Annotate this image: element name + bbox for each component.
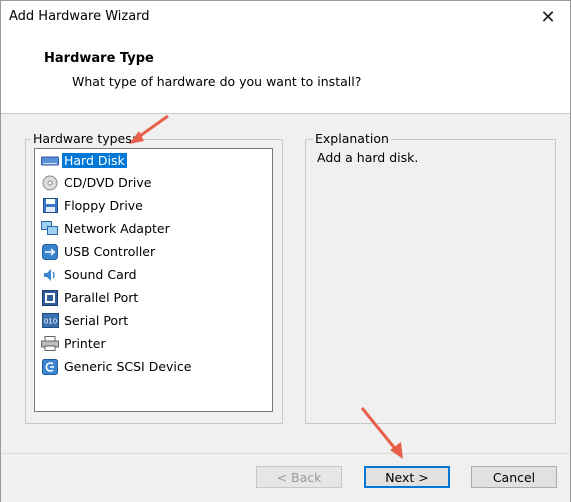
list-item-cd-dvd-drive[interactable]: CD/DVD Drive <box>41 172 153 193</box>
list-item-label: Floppy Drive <box>64 198 143 213</box>
network-adapter-icon <box>41 221 59 237</box>
list-item-label: Serial Port <box>64 313 129 328</box>
parallel-port-icon <box>41 289 59 306</box>
list-item-label: USB Controller <box>64 244 156 259</box>
list-item-generic-scsi-device[interactable]: Generic SCSI Device <box>41 356 193 377</box>
title-bar: Add Hardware Wizard ✕ <box>1 1 570 33</box>
list-item-label: Parallel Port <box>64 290 139 305</box>
explanation-group <box>305 139 556 424</box>
wizard-content: Hardware types: Hard Disk CD/DVD Drive F… <box>1 114 570 453</box>
page-subtitle: What type of hardware do you want to ins… <box>72 74 362 89</box>
next-button[interactable]: Next > <box>364 466 450 488</box>
list-item-printer[interactable]: Printer <box>41 333 108 354</box>
list-item-hard-disk[interactable]: Hard Disk <box>41 150 127 171</box>
cd-dvd-icon <box>41 175 59 191</box>
hard-disk-icon <box>41 153 59 169</box>
list-item-label: CD/DVD Drive <box>64 175 152 190</box>
wizard-header: Hardware Type What type of hardware do y… <box>1 33 570 114</box>
wizard-footer: < Back Next > Cancel <box>1 453 570 502</box>
explanation-text: Add a hard disk. <box>317 150 419 165</box>
list-item-usb-controller[interactable]: USB Controller <box>41 241 157 262</box>
hardware-types-label: Hardware types: <box>31 131 138 146</box>
page-title: Hardware Type <box>44 51 154 66</box>
svg-text:010: 010 <box>43 318 56 326</box>
list-item-sound-card[interactable]: Sound Card <box>41 264 139 285</box>
window-title: Add Hardware Wizard <box>9 9 150 24</box>
list-item-network-adapter[interactable]: Network Adapter <box>41 218 172 239</box>
printer-icon <box>41 336 59 352</box>
cancel-button[interactable]: Cancel <box>471 466 557 488</box>
floppy-icon <box>41 198 59 214</box>
scsi-device-icon <box>41 358 59 375</box>
list-item-floppy-drive[interactable]: Floppy Drive <box>41 195 145 216</box>
list-item-label: Sound Card <box>64 267 137 282</box>
close-icon: ✕ <box>540 6 556 28</box>
list-item-label: Printer <box>64 336 106 351</box>
list-item-serial-port[interactable]: 010 Serial Port <box>41 310 130 331</box>
sound-card-icon <box>41 267 59 283</box>
close-button[interactable]: ✕ <box>526 1 570 33</box>
list-item-label: Network Adapter <box>64 221 170 236</box>
hardware-types-listbox[interactable]: Hard Disk CD/DVD Drive Floppy Drive Netw… <box>34 148 273 412</box>
serial-port-icon: 010 <box>41 313 59 329</box>
list-item-parallel-port[interactable]: Parallel Port <box>41 287 140 308</box>
add-hardware-wizard-window: Add Hardware Wizard ✕ Hardware Type What… <box>0 0 571 502</box>
usb-icon <box>41 243 59 260</box>
back-button[interactable]: < Back <box>256 466 342 488</box>
list-item-label: Generic SCSI Device <box>64 359 192 374</box>
explanation-label: Explanation <box>313 131 391 146</box>
list-item-label: Hard Disk <box>62 153 127 168</box>
